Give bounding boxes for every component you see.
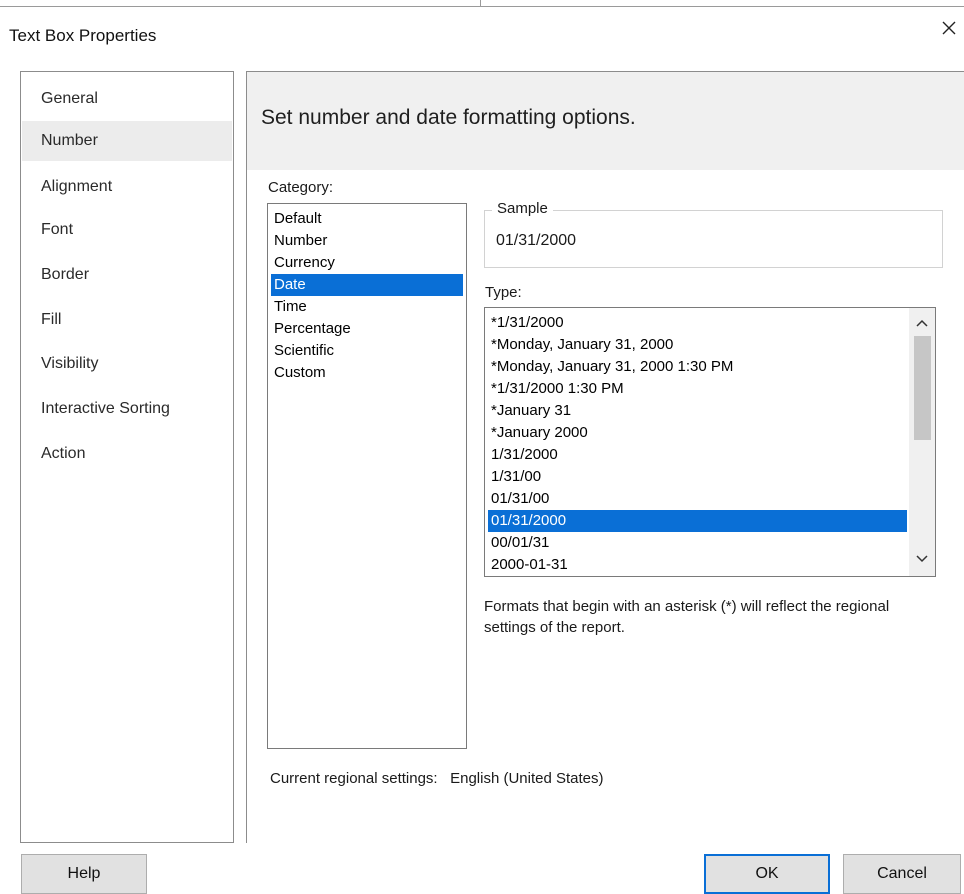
nav-item-interactive-sorting[interactable]: Interactive Sorting <box>22 389 232 429</box>
close-icon <box>942 21 956 35</box>
number-page: Set number and date formatting options. … <box>246 71 964 843</box>
type-item[interactable]: 01/31/00 <box>488 488 907 510</box>
type-item[interactable]: 2000-01-31 <box>488 554 907 574</box>
asterisk-note: Formats that begin with an asterisk (*) … <box>484 598 890 636</box>
nav-item-border[interactable]: Border <box>22 255 232 295</box>
category-item-number[interactable]: Number <box>271 230 463 252</box>
regional-settings-value: English (United States) <box>450 770 604 787</box>
type-list-scrollbar[interactable] <box>909 308 935 576</box>
window-top-edge <box>0 0 964 8</box>
category-label: Category: <box>268 179 334 196</box>
type-item[interactable]: *January 2000 <box>488 422 907 444</box>
help-button[interactable]: Help <box>21 854 147 894</box>
type-item-selected[interactable]: 01/31/2000 <box>488 510 907 532</box>
type-item[interactable]: *January 31 <box>488 400 907 422</box>
sample-group: Sample 01/31/2000 <box>484 200 943 268</box>
type-label: Type: <box>485 284 522 301</box>
category-item-percentage[interactable]: Percentage <box>271 318 463 340</box>
scroll-up-button[interactable] <box>909 312 935 334</box>
top-divider <box>0 6 964 7</box>
type-item[interactable]: 00/01/31 <box>488 532 907 554</box>
category-item-scientific[interactable]: Scientific <box>271 340 463 362</box>
nav-item-font[interactable]: Font <box>22 210 232 250</box>
cancel-button[interactable]: Cancel <box>843 854 961 894</box>
nav-item-alignment[interactable]: Alignment <box>22 167 232 207</box>
nav-item-number[interactable]: Number <box>22 121 232 161</box>
scroll-down-button[interactable] <box>909 548 935 570</box>
type-item[interactable]: *Monday, January 31, 2000 <box>488 334 907 356</box>
type-list[interactable]: *1/31/2000 *Monday, January 31, 2000 *Mo… <box>484 307 936 577</box>
type-item[interactable]: 1/31/2000 <box>488 444 907 466</box>
category-item-date[interactable]: Date <box>271 274 463 296</box>
category-list[interactable]: Default Number Currency Date Time Percen… <box>267 203 467 749</box>
sample-value: 01/31/2000 <box>496 232 577 249</box>
ok-button[interactable]: OK <box>704 854 830 894</box>
category-item-custom[interactable]: Custom <box>271 362 463 384</box>
nav-item-action[interactable]: Action <box>22 434 232 474</box>
type-item[interactable]: *1/31/2000 1:30 PM <box>488 378 907 400</box>
top-divider-tick <box>480 0 481 7</box>
sample-label: Sample <box>492 200 553 217</box>
nav-item-general[interactable]: General <box>22 79 232 119</box>
close-button[interactable] <box>934 8 964 48</box>
type-item[interactable]: *1/31/2000 <box>488 312 907 334</box>
regional-settings-label: Current regional settings: <box>270 770 438 787</box>
category-item-currency[interactable]: Currency <box>271 252 463 274</box>
page-list: General Number Alignment Font Border Fil… <box>20 71 234 843</box>
title-bar: Text Box Properties <box>0 8 964 64</box>
type-item[interactable]: 1/31/00 <box>488 466 907 488</box>
dialog-title: Text Box Properties <box>9 26 157 45</box>
category-item-default[interactable]: Default <box>271 208 463 230</box>
page-heading: Set number and date formatting options. <box>261 106 636 129</box>
chevron-up-icon <box>916 319 928 327</box>
regional-settings: Current regional settings: English (Unit… <box>270 770 604 787</box>
category-item-time[interactable]: Time <box>271 296 463 318</box>
scroll-thumb[interactable] <box>914 336 931 440</box>
type-item[interactable]: *Monday, January 31, 2000 1:30 PM <box>488 356 907 378</box>
page-header: Set number and date formatting options. <box>247 72 964 170</box>
nav-item-visibility[interactable]: Visibility <box>22 344 232 384</box>
chevron-down-icon <box>916 555 928 563</box>
nav-item-fill[interactable]: Fill <box>22 300 232 340</box>
